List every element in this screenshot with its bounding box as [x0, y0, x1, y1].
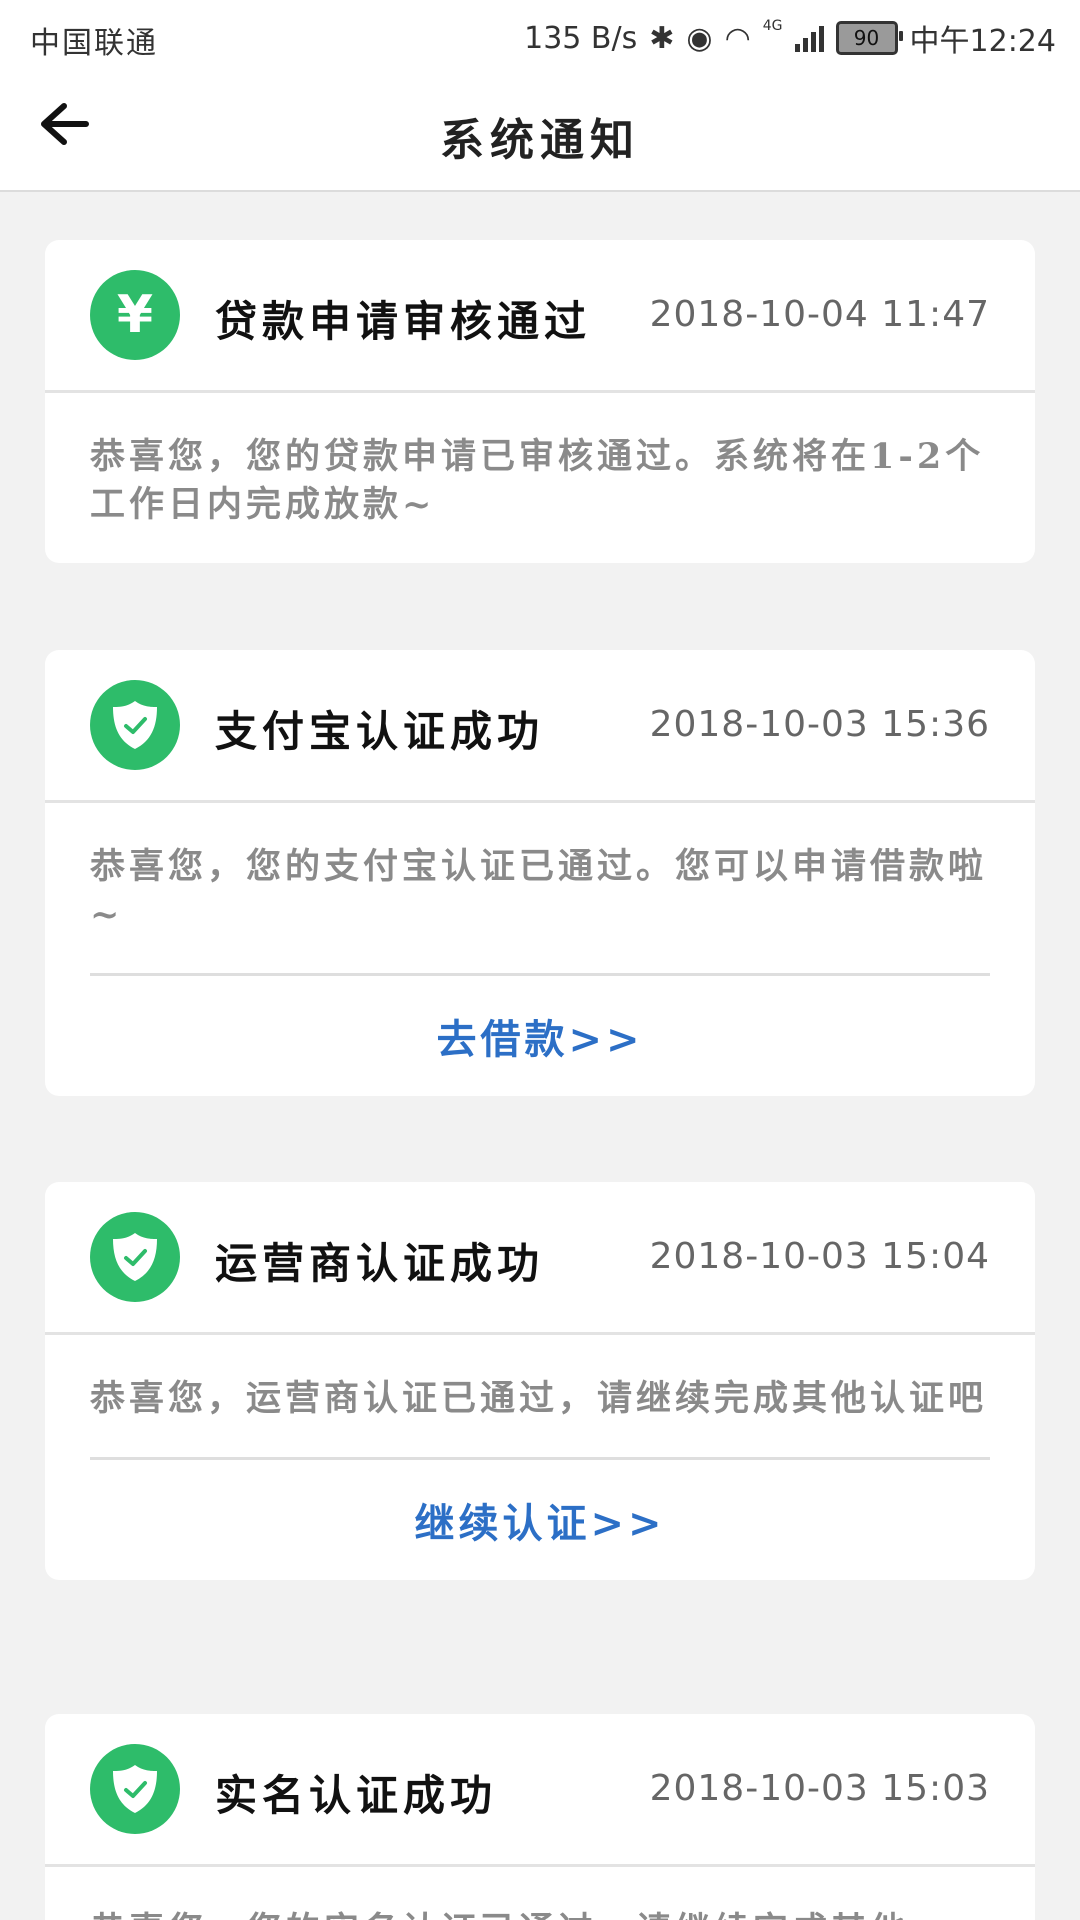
continue-verification-link[interactable]: 继续认证>>	[45, 1460, 1035, 1580]
borrow-link[interactable]: 去借款>>	[45, 976, 1035, 1096]
yen-icon: ¥	[90, 270, 180, 360]
clock: 中午12:24	[909, 24, 1056, 59]
notification-card[interactable]: ¥ 贷款申请审核通过 2018-10-04 11:47 恭喜您，您的贷款申请已审…	[45, 240, 1035, 563]
notification-time: 2018-10-03 15:03	[649, 1768, 990, 1809]
wifi-icon: ◠	[724, 20, 751, 56]
notification-card[interactable]: 运营商认证成功 2018-10-03 15:04 恭喜您，运营商认证已通过，请继…	[45, 1182, 1035, 1580]
notification-time: 2018-10-03 15:36	[649, 704, 990, 745]
battery-icon: 90	[835, 21, 903, 55]
notification-header: 实名认证成功 2018-10-03 15:03	[45, 1714, 1035, 1867]
notification-message: 恭喜您，您的支付宝认证已通过。您可以申请借款啦~	[90, 846, 988, 935]
notification-message: 恭喜您，运营商认证已通过，请继续完成其他认证吧	[90, 1378, 988, 1419]
notification-title: 实名认证成功	[215, 1771, 498, 1820]
signal-icon	[794, 24, 824, 52]
notification-header: 支付宝认证成功 2018-10-03 15:36	[45, 650, 1035, 803]
status-indicators: 135 B/s ✱ ◉ ◠ 4G 90 中午12:24	[524, 16, 1056, 60]
network-type: 4G	[762, 18, 783, 34]
notification-message: 恭喜您，您的贷款申请已审核通过。系统将在1-2个工作日内完成放款~	[90, 436, 985, 525]
notification-header: ¥ 贷款申请审核通过 2018-10-04 11:47	[45, 240, 1035, 393]
shield-check-icon	[90, 1212, 180, 1302]
shield-check-icon	[90, 1744, 180, 1834]
notification-header: 运营商认证成功 2018-10-03 15:04	[45, 1182, 1035, 1335]
notification-title: 运营商认证成功	[215, 1239, 545, 1288]
bluetooth-icon: ✱	[649, 20, 675, 56]
notification-title: 贷款申请审核通过	[215, 297, 592, 346]
shield-check-icon	[90, 680, 180, 770]
carrier-label: 中国联通	[30, 26, 158, 61]
notification-time: 2018-10-03 15:04	[649, 1236, 990, 1277]
eye-comfort-icon: ◉	[686, 20, 713, 56]
notification-time: 2018-10-04 11:47	[649, 294, 990, 335]
notification-title: 支付宝认证成功	[215, 707, 545, 756]
notification-message: 恭喜您，您的实名认证已通过，请继续完成其他	[45, 1867, 1035, 1920]
status-bar: 中国联通 135 B/s ✱ ◉ ◠ 4G 90 中午12:24	[0, 0, 1080, 76]
notification-card[interactable]: 支付宝认证成功 2018-10-03 15:36 恭喜您，您的支付宝认证已通过。…	[45, 650, 1035, 1096]
notification-card[interactable]: 实名认证成功 2018-10-03 15:03 恭喜您，您的实名认证已通过，请继…	[45, 1714, 1035, 1920]
net-speed: 135 B/s	[524, 20, 638, 56]
page-title: 系统通知	[440, 115, 640, 166]
app-header: 系统通知	[0, 76, 1080, 192]
